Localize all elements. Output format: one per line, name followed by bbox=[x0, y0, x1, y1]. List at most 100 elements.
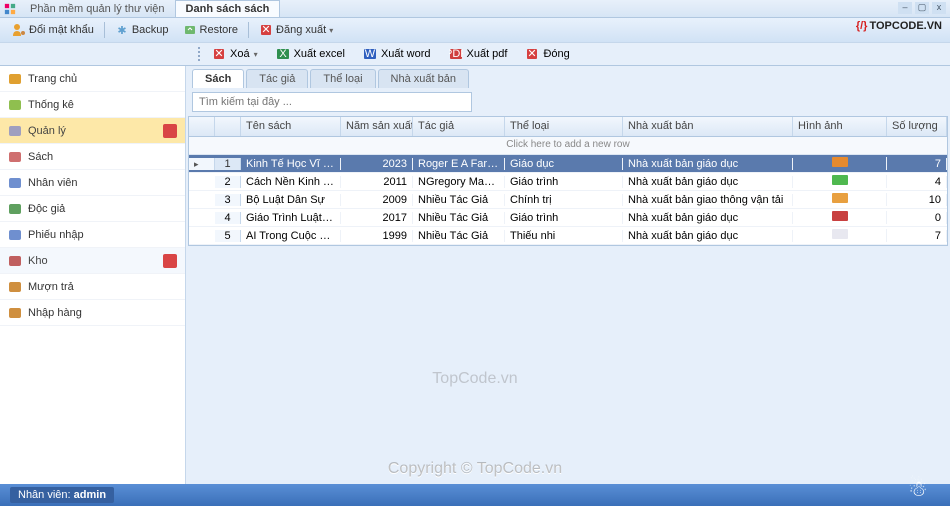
cell-year: 2009 bbox=[341, 194, 413, 206]
logout-button[interactable]: ✕ Đăng xuất ▾ bbox=[253, 21, 339, 39]
svg-text:✕: ✕ bbox=[214, 48, 223, 60]
sidebar-item-label: Độc giả bbox=[28, 203, 65, 215]
cell-name: Kinh Tế Học Vĩ Mô bbox=[241, 158, 341, 170]
cell-publisher: Nhà xuất bản giáo dục bbox=[623, 212, 793, 224]
backup-label: Backup bbox=[132, 24, 169, 36]
cell-qty: 0 bbox=[887, 212, 947, 224]
change-password-button[interactable]: Đổi mật khẩu bbox=[6, 21, 100, 39]
logout-label: Đăng xuất bbox=[276, 24, 326, 36]
window-app-title[interactable]: Phần mềm quản lý thư viện bbox=[20, 1, 175, 17]
sidebar-item-user[interactable]: Nhân viên bbox=[0, 170, 185, 196]
close-label: Đóng bbox=[543, 48, 569, 60]
sidebar-item-label: Phiếu nhập bbox=[28, 229, 84, 241]
col-publisher-header[interactable]: Nhà xuất bản bbox=[623, 117, 793, 136]
col-image-header[interactable]: Hình ảnh bbox=[793, 117, 887, 136]
table-row[interactable]: 2Cách Nền Kinh Tế...2011NGregory MankiwG… bbox=[189, 173, 947, 191]
tab-Sách[interactable]: Sách bbox=[192, 69, 244, 88]
export-excel-button[interactable]: X Xuất excel bbox=[268, 45, 353, 63]
data-grid[interactable]: Tên sách Năm sản xuất Tác giả Thể loại N… bbox=[188, 116, 948, 246]
cell-genre: Thiếu nhi bbox=[505, 230, 623, 242]
cell-author: Nhiều Tác Giả bbox=[413, 212, 505, 224]
maximize-button[interactable]: ▢ bbox=[915, 2, 929, 14]
table-row[interactable]: 3Bộ Luật Dân Sự2009Nhiều Tác GiảChính tr… bbox=[189, 191, 947, 209]
cell-name: Bộ Luật Dân Sự bbox=[241, 194, 341, 206]
sidebar-item-ticket[interactable]: Phiếu nhập bbox=[0, 222, 185, 248]
cell-publisher: Nhà xuất bản giáo dục bbox=[623, 176, 793, 188]
cell-image bbox=[793, 193, 887, 206]
restore-button[interactable]: Restore bbox=[177, 21, 245, 39]
excel-icon: X bbox=[276, 47, 290, 61]
sidebar-item-reader[interactable]: Độc giả bbox=[0, 196, 185, 222]
brand-logo: {/}TOPCODE.VN bbox=[856, 20, 942, 32]
close-window-button[interactable]: x bbox=[932, 2, 946, 14]
sidebar: Trang chủThống kêQuản lýSáchNhân viên Độc… bbox=[0, 66, 186, 486]
watermark-small: TopCode.vn bbox=[432, 370, 517, 388]
sidebar-item-import[interactable]: Nhập hàng bbox=[0, 300, 185, 326]
badge-icon bbox=[163, 124, 177, 138]
cell-publisher: Nhà xuất bản giao thông vận tải bbox=[623, 194, 793, 206]
cell-author: Roger E A Farmer bbox=[413, 158, 505, 170]
col-author-header[interactable]: Tác giả bbox=[413, 117, 505, 136]
cell-image bbox=[793, 211, 887, 224]
cell-qty: 10 bbox=[887, 194, 947, 206]
grid-new-row[interactable]: Click here to add a new row bbox=[189, 137, 947, 155]
export-pdf-button[interactable]: PDF Xuất pdf bbox=[441, 45, 516, 63]
sidebar-item-book[interactable]: Sách bbox=[0, 144, 185, 170]
col-name-header[interactable]: Tên sách bbox=[241, 117, 341, 136]
window-page-title[interactable]: Danh sách sách bbox=[175, 0, 281, 17]
tab-Thể loại[interactable]: Thể loại bbox=[310, 69, 375, 88]
sidebar-item-home[interactable]: Trang chủ bbox=[0, 66, 185, 92]
row-number: 4 bbox=[215, 212, 241, 224]
grid-indicator-header bbox=[189, 117, 215, 136]
sidebar-item-chart[interactable]: Thống kê bbox=[0, 92, 185, 118]
ticket-icon bbox=[8, 228, 22, 242]
dropdown-icon: ▾ bbox=[254, 50, 258, 59]
col-qty-header[interactable]: Số lượng bbox=[887, 117, 947, 136]
minimize-button[interactable]: – bbox=[898, 2, 912, 14]
delete-icon: ✕ bbox=[212, 47, 226, 61]
cell-name: Giáo Trình Luật Hiế... bbox=[241, 212, 341, 224]
separator bbox=[104, 22, 105, 38]
borrow-icon bbox=[8, 280, 22, 294]
cell-qty: 4 bbox=[887, 176, 947, 188]
col-genre-header[interactable]: Thể loại bbox=[505, 117, 623, 136]
cell-image bbox=[793, 229, 887, 242]
table-row[interactable]: 5AI Trong Cuộc Các...1999Nhiều Tác GiảTh… bbox=[189, 227, 947, 245]
cell-year: 1999 bbox=[341, 230, 413, 242]
sidebar-item-manage[interactable]: Quản lý bbox=[0, 118, 185, 144]
cell-year: 2023 bbox=[341, 158, 413, 170]
sidebar-item-borrow[interactable]: Mượn trả bbox=[0, 274, 185, 300]
cell-name: Cách Nền Kinh Tế... bbox=[241, 176, 341, 188]
export-word-button[interactable]: W Xuất word bbox=[355, 45, 439, 63]
sidebar-item-label: Nhập hàng bbox=[28, 307, 82, 319]
restore-label: Restore bbox=[200, 24, 239, 36]
backup-button[interactable]: ✱ Backup bbox=[109, 21, 175, 39]
grid-body: 1Kinh Tế Học Vĩ Mô2023Roger E A FarmerGi… bbox=[189, 155, 947, 245]
cell-year: 2017 bbox=[341, 212, 413, 224]
grip-icon bbox=[198, 47, 202, 61]
delete-button[interactable]: ✕ Xoá ▾ bbox=[204, 45, 266, 63]
table-row[interactable]: 4Giáo Trình Luật Hiế...2017Nhiều Tác Giả… bbox=[189, 209, 947, 227]
sidebar-item-label: Mượn trả bbox=[28, 281, 74, 293]
logout-icon: ✕ bbox=[259, 23, 273, 37]
export-pdf-label: Xuất pdf bbox=[467, 48, 508, 60]
close-button[interactable]: ✕ Đóng bbox=[517, 45, 577, 63]
tab-Tác giả[interactable]: Tác giả bbox=[246, 69, 308, 88]
tab-strip: SáchTác giảThể loạiNhà xuất bản bbox=[186, 66, 950, 88]
cell-author: Nhiều Tác Giả bbox=[413, 194, 505, 206]
change-password-label: Đổi mật khẩu bbox=[29, 24, 94, 36]
svg-text:✕: ✕ bbox=[528, 48, 537, 60]
action-toolbar: ✕ Xoá ▾ X Xuất excel W Xuất word PDF Xuấ… bbox=[0, 42, 950, 66]
col-year-header[interactable]: Năm sản xuất bbox=[341, 117, 413, 136]
cell-publisher: Nhà xuất bản giáo dục bbox=[623, 158, 793, 170]
sidebar-item-warehouse[interactable]: Kho bbox=[0, 248, 185, 274]
top-toolbar: Đổi mật khẩu ✱ Backup Restore ✕ Đăng xuấ… bbox=[0, 18, 950, 42]
row-number: 5 bbox=[215, 230, 241, 242]
search-input[interactable] bbox=[192, 92, 472, 112]
table-row[interactable]: 1Kinh Tế Học Vĩ Mô2023Roger E A FarmerGi… bbox=[189, 155, 947, 173]
cell-author: NGregory Mankiw bbox=[413, 176, 505, 188]
user-key-icon bbox=[12, 23, 26, 37]
reader-icon bbox=[8, 202, 22, 216]
tab-Nhà xuất bản[interactable]: Nhà xuất bản bbox=[378, 69, 469, 88]
export-excel-label: Xuất excel bbox=[294, 48, 345, 60]
